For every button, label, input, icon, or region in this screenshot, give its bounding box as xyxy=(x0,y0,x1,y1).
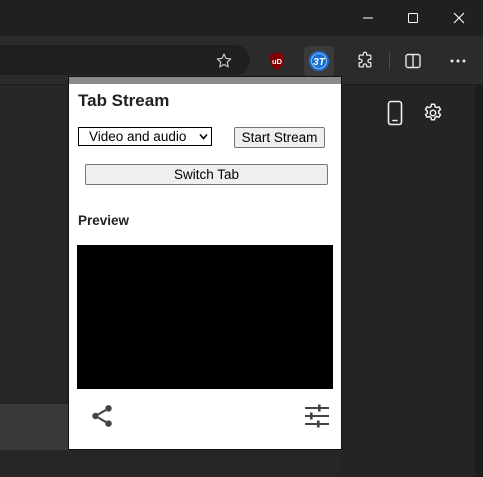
settings-button[interactable] xyxy=(421,101,445,125)
tab-stream-extension-button[interactable]: 3T xyxy=(304,46,334,76)
media-type-select[interactable]: Video and audio xyxy=(78,127,212,146)
start-stream-button[interactable]: Start Stream xyxy=(234,127,325,148)
tune-settings-button[interactable] xyxy=(303,402,331,430)
phone-icon xyxy=(387,100,403,126)
tab-stream-badge-text: 3T xyxy=(313,57,326,68)
more-icon xyxy=(450,59,466,63)
sliders-icon xyxy=(305,404,329,428)
chevron-down-icon xyxy=(199,133,208,140)
ublock-extension-button[interactable]: uD xyxy=(262,46,292,76)
close-window-button[interactable] xyxy=(436,0,482,36)
split-screen-icon xyxy=(405,53,421,69)
page-bottom-strip xyxy=(0,404,69,450)
puzzle-icon xyxy=(358,51,372,68)
tab-stream-popup: Tab Stream Video and audio Start Stream … xyxy=(69,84,341,449)
share-button[interactable] xyxy=(88,402,116,430)
popup-title: Tab Stream xyxy=(78,91,170,110)
maximize-button[interactable] xyxy=(390,0,436,36)
toolbar-separator xyxy=(389,52,390,70)
preview-heading: Preview xyxy=(78,213,130,228)
window-right-edge xyxy=(475,85,483,477)
ublock-badge-text: uD xyxy=(272,57,283,66)
media-type-selected-value: Video and audio xyxy=(89,129,187,144)
tab-stream-logo-icon: 3T xyxy=(309,51,329,71)
close-icon xyxy=(453,12,465,24)
star-icon xyxy=(216,53,232,68)
favorite-button[interactable] xyxy=(210,48,238,74)
switch-tab-button[interactable]: Switch Tab xyxy=(85,164,328,185)
minimize-button[interactable] xyxy=(345,0,391,36)
gear-icon xyxy=(424,103,442,121)
preview-video xyxy=(77,245,333,389)
more-menu-button[interactable] xyxy=(443,46,473,76)
device-button[interactable] xyxy=(383,99,407,127)
minimize-icon xyxy=(363,17,373,19)
split-screen-button[interactable] xyxy=(398,46,428,76)
popup-top-bar xyxy=(69,77,341,84)
maximize-icon xyxy=(408,13,418,23)
share-icon xyxy=(92,405,112,427)
window-titlebar xyxy=(0,0,483,36)
extensions-button[interactable] xyxy=(350,46,380,76)
ublock-shield-icon: uD xyxy=(270,52,284,70)
side-panel xyxy=(341,85,483,477)
